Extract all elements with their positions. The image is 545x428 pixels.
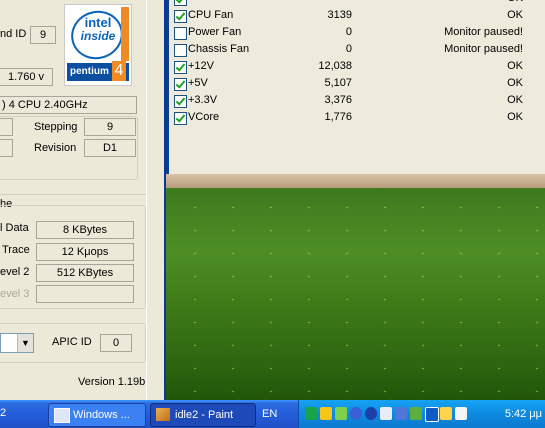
task-label: Windows ... bbox=[73, 409, 130, 421]
sensor-status: Monitor paused! bbox=[444, 43, 523, 55]
gpu-icon[interactable] bbox=[410, 407, 422, 420]
trace-label: Trace bbox=[2, 244, 30, 256]
intel-pentium4-logo: intel inside pentium 4 bbox=[64, 4, 132, 86]
sensor-value: 1,776 bbox=[324, 111, 352, 123]
green-app-icon[interactable] bbox=[305, 407, 317, 420]
sensor-name: Power Fan bbox=[188, 26, 242, 38]
brand-id-value: 9 bbox=[30, 26, 56, 44]
sensor-name: +3.3V bbox=[188, 94, 218, 106]
stepping-label: Stepping bbox=[34, 121, 78, 133]
version-label: Version 1.19b bbox=[78, 376, 146, 388]
language-indicator[interactable]: EN bbox=[262, 400, 282, 428]
level2-value: 512 KBytes bbox=[36, 264, 134, 282]
trace-value: 12 Kμops bbox=[36, 243, 134, 261]
sensor-name: +5V bbox=[188, 77, 208, 89]
system-tray: 5:42 μμ bbox=[298, 400, 545, 428]
spec-value: ) 4 CPU 2.40GHz bbox=[0, 96, 137, 114]
voltage-value: 1.760 v bbox=[0, 68, 53, 86]
monitor-row: +3.3V 3,376 OK bbox=[174, 92, 544, 109]
model-value bbox=[0, 139, 13, 157]
processor-select[interactable]: ▼ bbox=[0, 333, 34, 353]
chevron-down-icon[interactable]: ▼ bbox=[17, 334, 33, 352]
revision-value: D1 bbox=[84, 139, 136, 157]
arrow-icon[interactable] bbox=[425, 407, 439, 422]
l1-data-value: 8 KBytes bbox=[36, 221, 134, 239]
monitor-row: Power Fan 0 Monitor paused! bbox=[174, 24, 544, 41]
desktop-wallpaper bbox=[166, 188, 545, 400]
sensor-value: 0 bbox=[345, 26, 352, 38]
row-checkbox[interactable] bbox=[174, 10, 187, 23]
hardware-monitor-window: OK CPU Fan 3139 OK Power Fan 0 Monitor paused… bbox=[166, 0, 545, 176]
monitor-row: VCore 1,776 OK bbox=[174, 109, 544, 126]
sensor-status: OK bbox=[507, 60, 523, 72]
monitor-window-bottom-border bbox=[166, 174, 545, 188]
clock[interactable]: 5:42 μμ bbox=[505, 400, 542, 428]
window-icon bbox=[54, 408, 70, 423]
row-checkbox[interactable] bbox=[174, 0, 187, 6]
start-button-fragment[interactable]: 2 bbox=[0, 407, 6, 419]
revision-label: Revision bbox=[34, 142, 77, 154]
task-windows[interactable]: Windows ... bbox=[48, 403, 146, 427]
monitor-row: CPU Fan 3139 OK bbox=[174, 7, 544, 24]
row-checkbox[interactable] bbox=[174, 61, 187, 74]
globe-icon[interactable] bbox=[350, 407, 362, 420]
display-icon[interactable] bbox=[440, 407, 452, 420]
sensor-name: CPU Fan bbox=[188, 9, 234, 21]
task-label: idle2 - Paint bbox=[175, 409, 234, 421]
l1-data-label: l Data bbox=[0, 222, 29, 234]
sensor-status: OK bbox=[507, 94, 523, 106]
row-checkbox[interactable] bbox=[174, 44, 187, 57]
sensor-name: VCore bbox=[188, 111, 220, 123]
monitor-row-partial: OK bbox=[174, 0, 544, 7]
zonealarm-icon[interactable] bbox=[320, 407, 332, 420]
media-icon[interactable] bbox=[365, 407, 377, 420]
apic-id-label: APIC ID bbox=[52, 336, 92, 348]
sensor-status: Monitor paused! bbox=[444, 26, 523, 38]
sensor-value: 3,376 bbox=[324, 94, 352, 106]
sensor-value: 3139 bbox=[327, 9, 352, 21]
sensor-value: 12,038 bbox=[318, 60, 352, 72]
sensor-status: OK bbox=[507, 77, 523, 89]
speaker-icon[interactable] bbox=[380, 407, 392, 420]
cpuz-window: nd ID 9 1.760 v intel inside pentium 4 )… bbox=[0, 0, 166, 400]
stepping-value: 9 bbox=[84, 118, 136, 136]
row-checkbox[interactable] bbox=[174, 78, 187, 91]
sensor-status: OK bbox=[507, 9, 523, 21]
family-value bbox=[0, 118, 13, 136]
paint-icon bbox=[156, 408, 170, 421]
sensor-value: 5,107 bbox=[324, 77, 352, 89]
level2-label: evel 2 bbox=[0, 266, 30, 278]
row-checkbox[interactable] bbox=[174, 112, 187, 125]
sensor-status: OK bbox=[507, 111, 523, 123]
task-paint[interactable]: idle2 - Paint bbox=[150, 403, 256, 427]
level3-label: evel 3 bbox=[0, 288, 30, 300]
brand-id-label: nd ID bbox=[0, 28, 27, 40]
level3-value bbox=[36, 285, 134, 303]
monitor-row: +12V 12,038 OK bbox=[174, 58, 544, 75]
network-connection-icon[interactable] bbox=[395, 407, 407, 420]
user-icon[interactable] bbox=[455, 407, 467, 420]
sensor-name: +12V bbox=[188, 60, 214, 72]
sensor-name: Chassis Fan bbox=[188, 43, 250, 55]
network-icon[interactable] bbox=[335, 407, 347, 420]
sensor-value: 0 bbox=[345, 43, 352, 55]
apic-id-value: 0 bbox=[100, 334, 132, 352]
row-checkbox[interactable] bbox=[174, 95, 187, 108]
monitor-row: Chassis Fan 0 Monitor paused! bbox=[174, 41, 544, 58]
row-checkbox[interactable] bbox=[174, 27, 187, 40]
monitor-row: +5V 5,107 OK bbox=[174, 75, 544, 92]
